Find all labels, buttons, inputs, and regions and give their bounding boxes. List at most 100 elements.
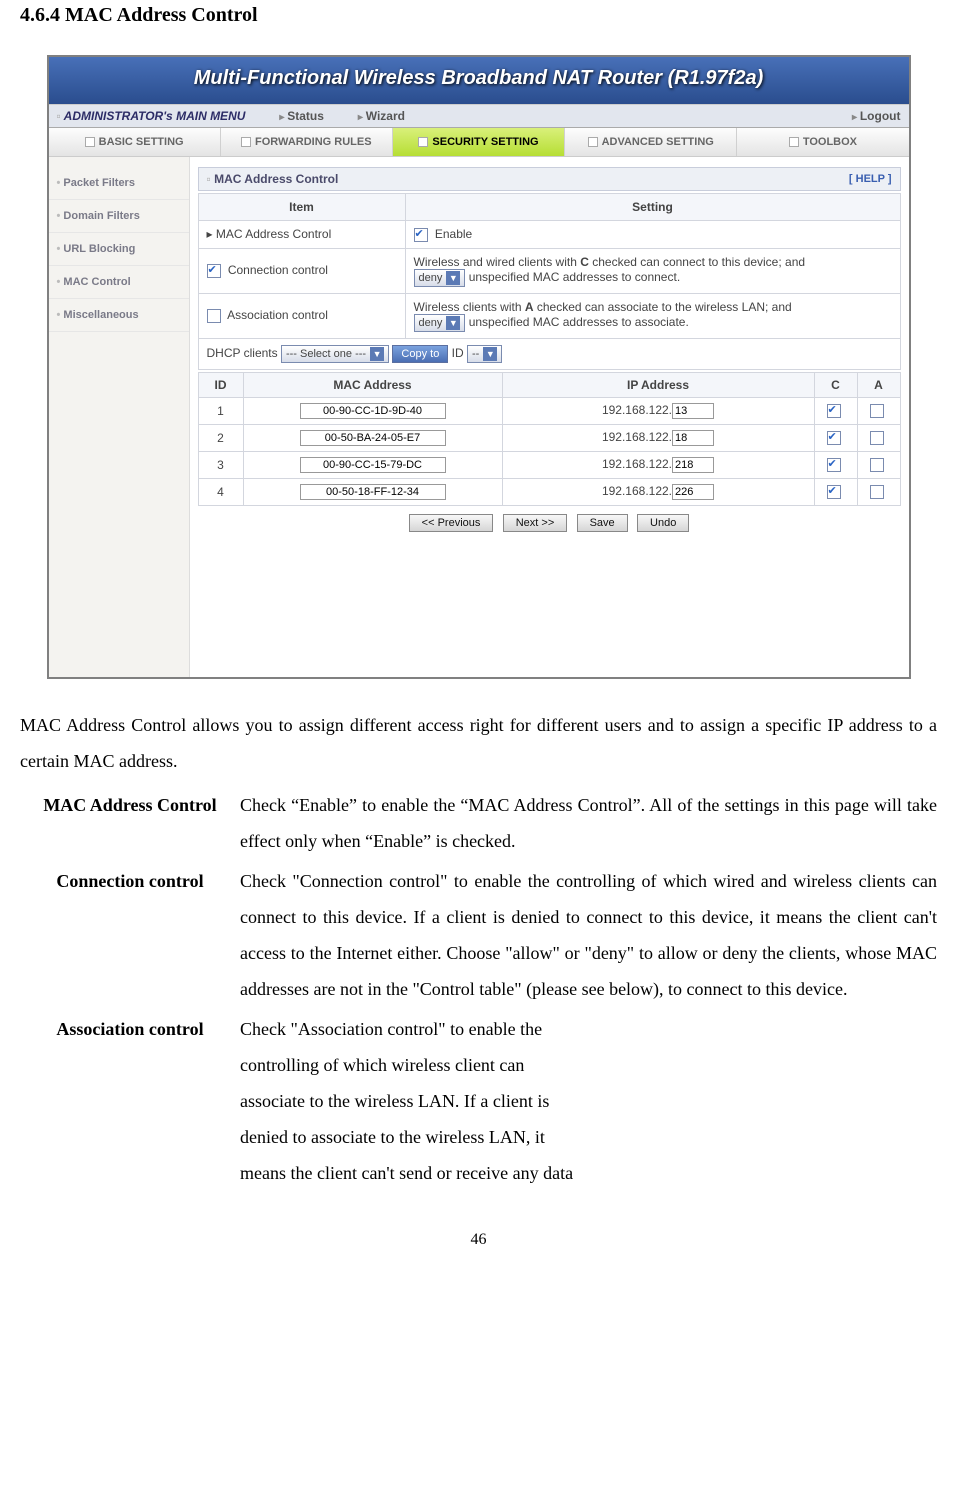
- tab-label: BASIC SETTING: [99, 136, 184, 148]
- dhcp-id-label: ID: [452, 346, 464, 360]
- ip-prefix: 192.168.122.: [602, 403, 672, 417]
- ip-input[interactable]: [672, 457, 714, 473]
- connection-control-checkbox[interactable]: [207, 264, 221, 278]
- c-checkbox[interactable]: [827, 458, 841, 472]
- ip-prefix: 192.168.122.: [602, 484, 672, 498]
- association-control-checkbox[interactable]: [207, 309, 221, 323]
- main-tab-bar: BASIC SETTING FORWARDING RULES SECURITY …: [49, 128, 909, 157]
- tab-advanced-setting[interactable]: ADVANCED SETTING: [565, 128, 737, 156]
- def-term-mac: MAC Address Control: [20, 785, 240, 861]
- enable-label: Enable: [435, 227, 472, 241]
- mac-input[interactable]: [300, 403, 446, 419]
- chevron-down-icon: ▼: [370, 347, 384, 361]
- cell-id: 1: [198, 397, 243, 424]
- def-body-association: Check "Association control" to enable th…: [240, 1009, 937, 1193]
- square-icon: [85, 137, 95, 147]
- c-checkbox[interactable]: [827, 431, 841, 445]
- th-ip: IP Address: [502, 372, 814, 397]
- table-row: 1 192.168.122.: [198, 397, 900, 424]
- intro-paragraph: MAC Address Control allows you to assign…: [20, 707, 937, 779]
- sidebar-item-packet-filters[interactable]: Packet Filters: [49, 167, 189, 200]
- tab-forwarding-rules[interactable]: FORWARDING RULES: [221, 128, 393, 156]
- mac-control-panel: MAC Address Control [ HELP ] Item Settin…: [190, 157, 909, 677]
- page-number: 46: [20, 1231, 937, 1249]
- menu-status[interactable]: Status: [279, 109, 324, 123]
- copy-to-button[interactable]: Copy to: [392, 345, 448, 363]
- sidebar-item-mac-control[interactable]: MAC Control: [49, 266, 189, 299]
- dhcp-client-select[interactable]: --- Select one ---▼: [281, 345, 389, 363]
- undo-button[interactable]: Undo: [637, 514, 689, 532]
- mac-input[interactable]: [300, 457, 446, 473]
- tab-toolbox[interactable]: TOOLBOX: [737, 128, 908, 156]
- association-deny-select[interactable]: deny▼: [414, 314, 466, 332]
- definitions-table: MAC Address Control Check “Enable” to en…: [20, 785, 937, 1193]
- ip-input[interactable]: [672, 403, 714, 419]
- router-title: Multi-Functional Wireless Broadband NAT …: [49, 57, 909, 104]
- def-term-association: Association control: [20, 1009, 240, 1193]
- ip-prefix: 192.168.122.: [602, 430, 672, 444]
- th-setting: Setting: [405, 194, 900, 221]
- admin-menu-bar: ADMINISTRATOR's MAIN MENU Status Wizard …: [49, 104, 909, 128]
- th-c: C: [814, 372, 857, 397]
- ip-input[interactable]: [672, 484, 714, 500]
- chevron-down-icon: ▼: [446, 316, 460, 330]
- square-icon: [241, 137, 251, 147]
- admin-main-menu-label: ADMINISTRATOR's MAIN MENU: [57, 109, 246, 123]
- mac-input[interactable]: [300, 430, 446, 446]
- connection-control-label: Connection control: [228, 263, 328, 277]
- a-checkbox[interactable]: [870, 458, 884, 472]
- tab-label: SECURITY SETTING: [432, 136, 538, 148]
- settings-table: Item Setting ▸ MAC Address Control Enabl…: [198, 193, 901, 370]
- tab-label: FORWARDING RULES: [255, 136, 372, 148]
- help-link[interactable]: [ HELP ]: [849, 173, 892, 185]
- router-screenshot: Multi-Functional Wireless Broadband NAT …: [47, 55, 911, 679]
- a-checkbox[interactable]: [870, 404, 884, 418]
- tab-security-setting[interactable]: SECURITY SETTING: [393, 128, 565, 156]
- a-checkbox[interactable]: [870, 485, 884, 499]
- th-id: ID: [198, 372, 243, 397]
- action-buttons: << Previous Next >> Save Undo: [198, 506, 901, 536]
- chevron-down-icon: ▼: [446, 271, 460, 285]
- def-body-connection: Check "Connection control" to enable the…: [240, 861, 937, 1009]
- th-mac: MAC Address: [243, 372, 502, 397]
- c-checkbox[interactable]: [827, 404, 841, 418]
- menu-logout[interactable]: Logout: [852, 109, 900, 123]
- security-sidebar: Packet Filters Domain Filters URL Blocki…: [49, 157, 190, 677]
- association-control-label: Association control: [227, 308, 328, 322]
- connection-control-desc: Wireless and wired clients with C checke…: [405, 248, 900, 293]
- def-body-mac: Check “Enable” to enable the “MAC Addres…: [240, 785, 937, 861]
- c-checkbox[interactable]: [827, 485, 841, 499]
- mac-input[interactable]: [300, 484, 446, 500]
- dhcp-id-select[interactable]: --▼: [467, 345, 502, 363]
- previous-button[interactable]: << Previous: [409, 514, 494, 532]
- control-table: ID MAC Address IP Address C A 1 192.168.1…: [198, 372, 901, 506]
- menu-wizard[interactable]: Wizard: [358, 109, 405, 123]
- sidebar-item-url-blocking[interactable]: URL Blocking: [49, 233, 189, 266]
- table-row: 4192.168.122.: [198, 478, 900, 505]
- ip-input[interactable]: [672, 430, 714, 446]
- a-checkbox[interactable]: [870, 431, 884, 445]
- enable-checkbox[interactable]: [414, 228, 428, 242]
- square-icon: [418, 137, 428, 147]
- save-button[interactable]: Save: [577, 514, 628, 532]
- dhcp-label: DHCP clients: [207, 346, 278, 360]
- def-term-connection: Connection control: [20, 861, 240, 1009]
- square-icon: [789, 137, 799, 147]
- section-heading: 4.6.4 MAC Address Control: [20, 4, 937, 27]
- sidebar-item-domain-filters[interactable]: Domain Filters: [49, 200, 189, 233]
- cell-id: 2: [198, 424, 243, 451]
- tab-label: TOOLBOX: [803, 136, 857, 148]
- square-icon: [588, 137, 598, 147]
- cell-id: 3: [198, 451, 243, 478]
- panel-title: MAC Address Control: [207, 172, 339, 186]
- ip-prefix: 192.168.122.: [602, 457, 672, 471]
- table-row: 2 192.168.122.: [198, 424, 900, 451]
- th-a: A: [857, 372, 900, 397]
- next-button[interactable]: Next >>: [503, 514, 568, 532]
- row-mac-label: ▸ MAC Address Control: [198, 221, 405, 249]
- connection-deny-select[interactable]: deny▼: [414, 269, 466, 287]
- tab-label: ADVANCED SETTING: [602, 136, 714, 148]
- sidebar-item-miscellaneous[interactable]: Miscellaneous: [49, 299, 189, 332]
- association-control-desc: Wireless clients with A checked can asso…: [405, 293, 900, 338]
- tab-basic-setting[interactable]: BASIC SETTING: [49, 128, 221, 156]
